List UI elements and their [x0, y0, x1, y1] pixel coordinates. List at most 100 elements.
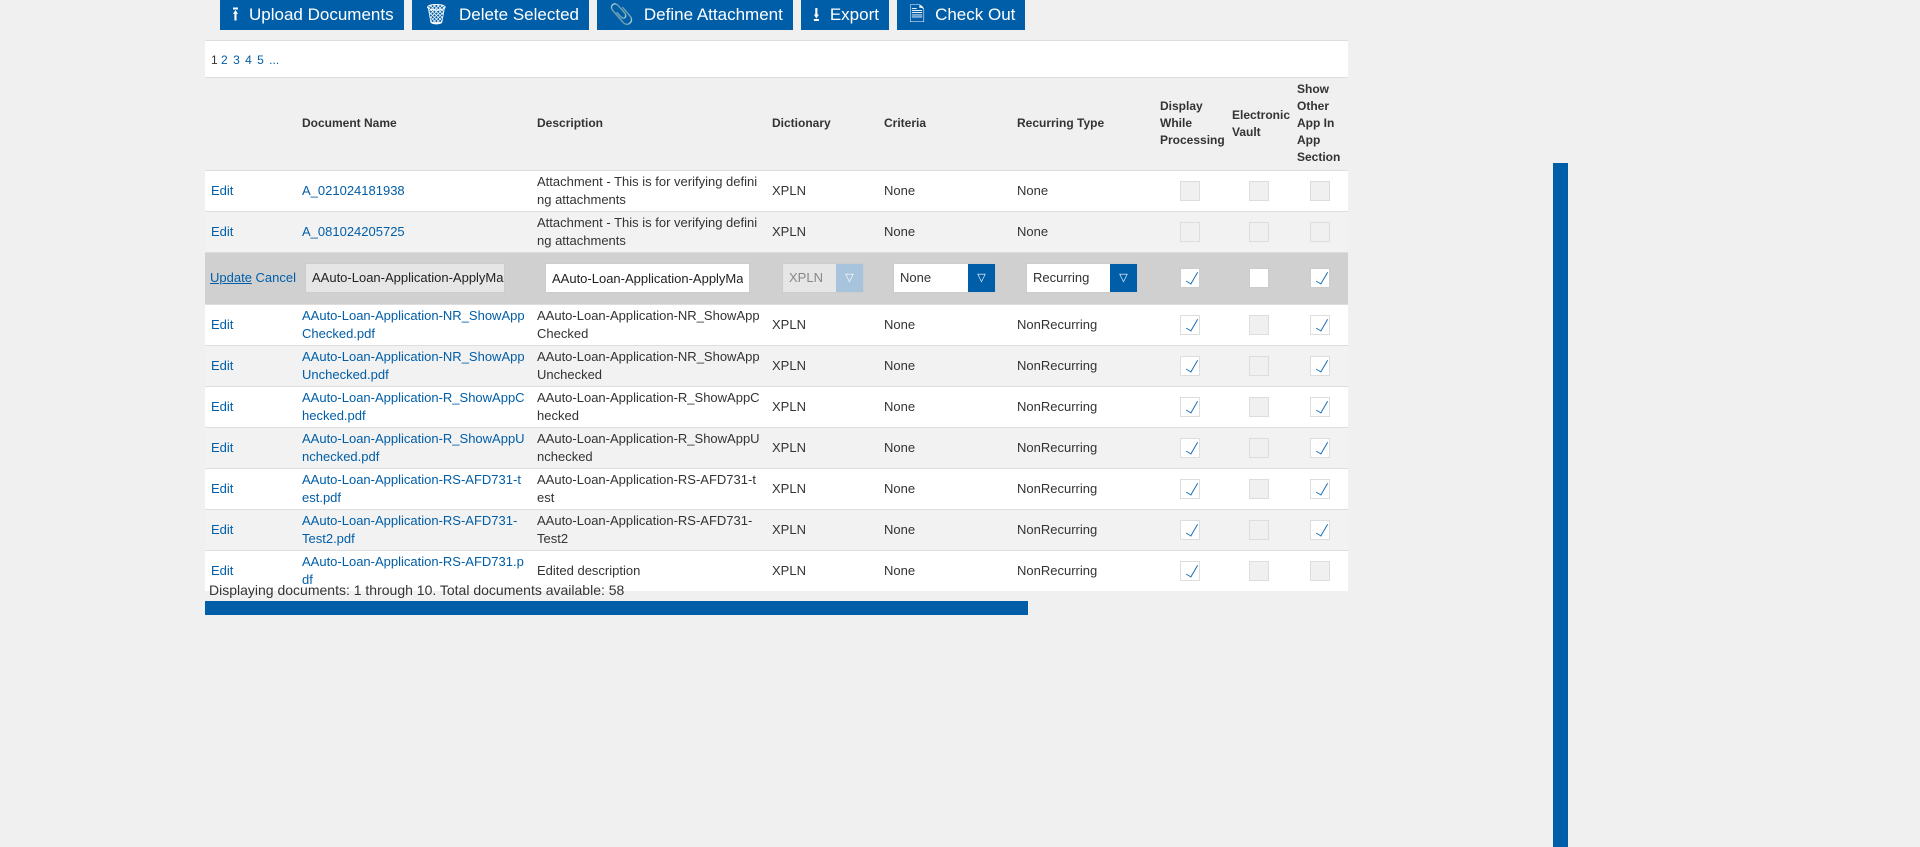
vertical-scrollbar[interactable] [1553, 163, 1568, 847]
column-header: Document Name [296, 78, 531, 170]
electronic-vault-checkbox[interactable] [1248, 560, 1269, 581]
edit-link[interactable]: Edit [211, 224, 233, 239]
page-link[interactable]: 4 [245, 53, 252, 67]
page-link[interactable]: 2 [221, 53, 228, 67]
electronic-vault-checkbox[interactable] [1248, 355, 1269, 376]
display-while-processing-checkbox[interactable] [1180, 478, 1200, 499]
edit-link[interactable]: Edit [211, 399, 233, 414]
display-while-processing-checkbox[interactable] [1180, 396, 1200, 417]
show-other-app-checkbox[interactable] [1309, 560, 1330, 581]
electronic-vault-checkbox[interactable] [1248, 268, 1269, 288]
criteria: None [884, 480, 916, 496]
documents-table: Document Name Description Dictionary Criter… [205, 78, 1348, 591]
electronic-vault-checkbox[interactable] [1248, 314, 1269, 335]
column-header: Electronic Vault [1226, 78, 1291, 170]
criteria: None [884, 398, 916, 414]
column-header: Description [531, 78, 766, 170]
edit-link[interactable]: Edit [211, 563, 233, 578]
display-while-processing-checkbox[interactable] [1180, 221, 1200, 242]
show-other-app-checkbox[interactable] [1309, 437, 1330, 458]
edit-link[interactable]: Edit [211, 358, 233, 373]
page-current: 1 [211, 53, 218, 67]
document-name-link[interactable]: A_021024181938 [302, 183, 405, 198]
cancel-link[interactable]: Cancel [256, 270, 296, 285]
recurring: NonRecurring [1017, 439, 1098, 455]
edit-link[interactable]: Edit [211, 183, 233, 198]
table-row: Edit AAuto-Loan-Application-NR_ShowAppUnc… [205, 344, 1348, 386]
description: AAuto-Loan-Application-NR_ShowAppUncheck… [537, 348, 760, 382]
table-row: Edit AAuto-Loan-Application-R_ShowAppChec… [205, 385, 1348, 427]
chevron-down-icon: ▽ [836, 264, 863, 292]
table-row: Edit A_021024181938 Attachment - This is f… [205, 169, 1348, 211]
description-input[interactable] [545, 263, 750, 293]
description: Attachment - This is for verifying defin… [537, 173, 758, 207]
show-other-app-checkbox[interactable] [1309, 519, 1330, 540]
edit-link[interactable]: Edit [211, 522, 233, 537]
update-link[interactable]: Update [210, 270, 252, 285]
dictionary: XPLN [772, 316, 806, 332]
show-other-app-checkbox[interactable] [1309, 221, 1330, 242]
document-name-link[interactable]: AAuto-Loan-Application-RS-AFD731-test.pd… [302, 472, 521, 505]
show-other-app-checkbox[interactable] [1309, 396, 1330, 417]
recurring: NonRecurring [1017, 521, 1098, 537]
button-label: Upload Documents [249, 5, 394, 24]
display-while-processing-checkbox[interactable] [1180, 560, 1200, 581]
document-name-link[interactable]: AAuto-Loan-Application-NR_ShowAppChecked… [302, 308, 525, 341]
show-other-app-checkbox[interactable] [1309, 478, 1330, 499]
criteria: None [884, 439, 916, 455]
criteria: None [884, 182, 916, 198]
page-link[interactable]: 3 [233, 53, 240, 67]
button-label: Check Out [935, 5, 1016, 24]
document-name-link[interactable]: A_081024205725 [302, 224, 405, 239]
show-other-app-checkbox[interactable] [1309, 314, 1330, 335]
criteria-value: None [900, 270, 932, 285]
display-while-processing-checkbox[interactable] [1180, 314, 1200, 335]
show-other-app-checkbox[interactable] [1309, 268, 1330, 288]
table-row: Edit AAuto-Loan-Application-R_ShowAppUnch… [205, 426, 1348, 468]
electronic-vault-checkbox[interactable] [1248, 519, 1269, 540]
toolbar: ⭱ Upload Documents 🗑 Delete Selected 📎 Define… [220, 0, 1026, 30]
criteria: None [884, 562, 916, 578]
define-attachment-button[interactable]: 📎 Define Attachment [597, 0, 793, 30]
document-name-link[interactable]: AAuto-Loan-Application-R_ShowAppUnchecke… [302, 431, 525, 464]
show-other-app-checkbox[interactable] [1309, 355, 1330, 376]
electronic-vault-checkbox[interactable] [1248, 437, 1269, 458]
electronic-vault-checkbox[interactable] [1248, 396, 1269, 417]
upload-documents-button[interactable]: ⭱ Upload Documents [220, 0, 404, 30]
document-name-input[interactable]: AAuto-Loan-Application-ApplyMark [305, 263, 505, 293]
electronic-vault-checkbox[interactable] [1248, 180, 1269, 201]
check-out-button[interactable]: 🗎 Check Out [896, 0, 1026, 30]
dictionary-select[interactable]: XPLN ▽ [782, 263, 864, 293]
display-while-processing-checkbox[interactable] [1180, 180, 1200, 201]
dictionary: XPLN [772, 182, 806, 198]
recurring-select[interactable]: Recurring ▽ [1026, 263, 1138, 293]
button-label: Delete Selected [458, 5, 579, 24]
column-header: Dictionary [766, 78, 878, 170]
dictionary: XPLN [772, 398, 806, 414]
document-name-link[interactable]: AAuto-Loan-Application-R_ShowAppChecked.… [302, 390, 525, 423]
electronic-vault-checkbox[interactable] [1248, 221, 1269, 242]
document-name-link[interactable]: AAuto-Loan-Application-NR_ShowAppUncheck… [302, 349, 525, 382]
page-link[interactable]: ... [269, 53, 279, 67]
electronic-vault-checkbox[interactable] [1248, 478, 1269, 499]
edit-link[interactable]: Edit [211, 440, 233, 455]
export-button[interactable]: ⭳ Export [800, 0, 889, 30]
delete-selected-button[interactable]: 🗑 Delete Selected [411, 0, 589, 30]
display-while-processing-checkbox[interactable] [1180, 437, 1200, 458]
dictionary: XPLN [772, 521, 806, 537]
checkout-icon: 🗎 [908, 4, 926, 26]
recurring: NonRecurring [1017, 480, 1098, 496]
display-while-processing-checkbox[interactable] [1180, 355, 1200, 376]
edit-link[interactable]: Edit [211, 317, 233, 332]
recurring: None [1017, 182, 1049, 198]
document-name-link[interactable]: AAuto-Loan-Application-RS-AFD731-Test2.p… [302, 513, 517, 546]
description: AAuto-Loan-Application-RS-AFD731-test [537, 471, 756, 505]
edit-link[interactable]: Edit [211, 481, 233, 496]
recurring: NonRecurring [1017, 357, 1098, 373]
dictionary: XPLN [772, 223, 806, 239]
page-link[interactable]: 5 [257, 53, 264, 67]
show-other-app-checkbox[interactable] [1309, 180, 1330, 201]
criteria-select[interactable]: None ▽ [893, 263, 996, 293]
display-while-processing-checkbox[interactable] [1180, 268, 1200, 288]
display-while-processing-checkbox[interactable] [1180, 519, 1200, 540]
